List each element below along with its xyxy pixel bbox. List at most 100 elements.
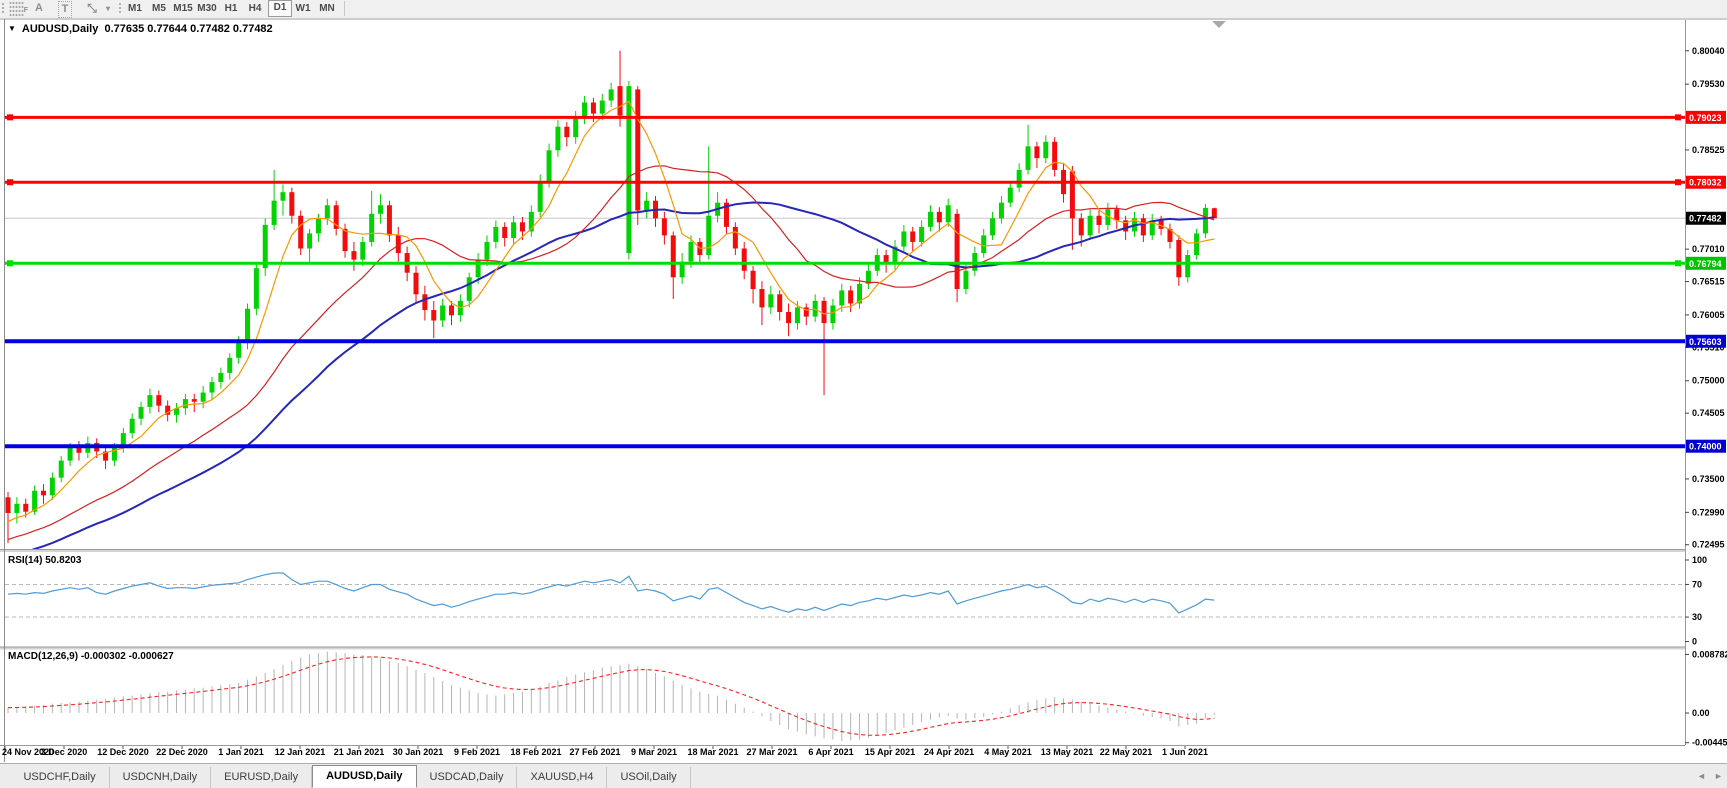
candle-body xyxy=(582,102,587,117)
price-tick-label: 0.72495 xyxy=(1692,540,1725,550)
chart-tab-usoil[interactable]: USOil,Daily xyxy=(607,767,690,788)
candle-body xyxy=(1043,142,1048,158)
chart-title: ▼AUDUSD,Daily 0.77635 0.77644 0.77482 0.… xyxy=(8,23,273,35)
price-badge-label: 0.78032 xyxy=(1689,178,1722,188)
hline-handle[interactable] xyxy=(1675,260,1681,266)
chart-area[interactable]: 0.800400.795300.785250.770100.765150.760… xyxy=(0,18,1727,763)
candle-body xyxy=(316,218,321,233)
price-badge-label: 0.74000 xyxy=(1689,442,1722,452)
timeframe-button-m30[interactable]: M30 xyxy=(196,1,218,16)
candle-body xyxy=(777,294,782,312)
time-tick-label: 3 Dec 2020 xyxy=(41,747,88,757)
timeframe-button-h4[interactable]: H4 xyxy=(244,1,266,16)
candle-body xyxy=(963,271,968,289)
candle-body xyxy=(1097,216,1102,225)
candle-body xyxy=(467,277,472,301)
candle-body xyxy=(618,86,623,115)
candle-body xyxy=(671,235,676,277)
candle-body xyxy=(946,205,951,222)
chart-tab-eurusd[interactable]: EURUSD,Daily xyxy=(211,767,312,788)
candle-body xyxy=(555,127,560,151)
candle-body xyxy=(263,225,268,268)
toolbar-grip[interactable] xyxy=(1,2,6,15)
candle-body xyxy=(422,294,427,310)
time-tick-label: 27 Mar 2021 xyxy=(746,747,797,757)
text-box-icon[interactable]: T xyxy=(58,1,72,18)
candle-body xyxy=(1070,171,1075,218)
timeframe-button-d1[interactable]: D1 xyxy=(268,0,292,17)
candle-body xyxy=(254,268,259,309)
hline-handle[interactable] xyxy=(7,179,13,185)
candle-body xyxy=(1034,146,1039,158)
candle-body xyxy=(502,227,507,238)
candle-body xyxy=(6,497,11,513)
chart-tab-usdcnh[interactable]: USDCNH,Daily xyxy=(110,767,212,788)
fibonacci-lines-icon[interactable]: F xyxy=(9,1,24,16)
candle-body xyxy=(999,203,1004,219)
price-tick-label: 0.74505 xyxy=(1692,408,1725,418)
rsi-tick-label: 70 xyxy=(1692,579,1702,589)
candle-body xyxy=(1185,255,1190,277)
candle-body xyxy=(68,448,73,461)
hline-handle[interactable] xyxy=(1675,114,1681,120)
timeframe-button-h1[interactable]: H1 xyxy=(220,1,242,16)
hline-handle[interactable] xyxy=(7,114,13,120)
candle-body xyxy=(14,504,19,513)
chart-tab-audusd[interactable]: AUDUSD,Daily xyxy=(312,765,416,788)
timeframe-button-m15[interactable]: M15 xyxy=(172,1,194,16)
candle-body xyxy=(600,101,605,114)
candle-body xyxy=(387,205,392,235)
price-tick-label: 0.76005 xyxy=(1692,310,1725,320)
macd-tick-label: -0.004451 xyxy=(1692,738,1727,748)
candle-body xyxy=(839,290,844,305)
candle-body xyxy=(830,305,835,323)
candle-body xyxy=(325,205,330,218)
dropdown-caret-icon[interactable]: ▾ xyxy=(103,1,113,16)
time-tick-label: 18 Feb 2021 xyxy=(510,747,561,757)
chart-canvas[interactable]: 0.800400.795300.785250.770100.765150.760… xyxy=(0,18,1727,763)
chart-background xyxy=(0,18,1727,763)
candle-body xyxy=(822,301,827,323)
candle-body xyxy=(910,231,915,241)
timeframe-button-mn[interactable]: MN xyxy=(316,1,338,16)
symbol-period-label: AUDUSD,Daily xyxy=(22,23,98,35)
time-tick-label: 1 Jan 2021 xyxy=(218,747,264,757)
tabs-scroll-right-icon[interactable]: ► xyxy=(1714,771,1723,781)
cursor-modes-icon[interactable]: ⤡ xyxy=(84,1,100,16)
time-axis[interactable]: 24 Nov 20203 Dec 202012 Dec 202022 Dec 2… xyxy=(2,746,1208,757)
candle-body xyxy=(192,399,197,402)
tabs-scroll-left-icon[interactable]: ◄ xyxy=(1697,771,1706,781)
hline-handle[interactable] xyxy=(1675,179,1681,185)
timeframe-button-w1[interactable]: W1 xyxy=(292,1,314,16)
chart-tab-usdchf[interactable]: USDCHF,Daily xyxy=(10,767,109,788)
price-badge-label: 0.77482 xyxy=(1689,214,1722,224)
toolbar: F A T ⤡ ▾ M1M5M15M30H1H4D1W1MN xyxy=(0,0,1727,19)
candle-body xyxy=(50,478,55,496)
candle-body xyxy=(751,271,756,289)
objects-dropdown-icon[interactable]: ▼ xyxy=(8,24,16,33)
candle-body xyxy=(236,343,241,358)
timeframe-button-m5[interactable]: M5 xyxy=(148,1,170,16)
rsi-tick-label: 0 xyxy=(1692,637,1697,647)
candle-body xyxy=(662,218,667,235)
candle-body xyxy=(76,448,81,453)
text-label-icon[interactable]: A xyxy=(32,1,46,16)
toolbar-grip[interactable] xyxy=(118,2,123,15)
candle-body xyxy=(41,491,46,496)
candle-body xyxy=(289,192,294,216)
hline-handle[interactable] xyxy=(7,260,13,266)
time-tick-label: 22 Dec 2020 xyxy=(156,747,208,757)
chart-tab-xauusd[interactable]: XAUUSD,H4 xyxy=(517,767,607,788)
candle-body xyxy=(493,227,498,242)
candle-body xyxy=(733,227,738,249)
price-badge-label: 0.76794 xyxy=(1689,259,1722,269)
chart-tab-usdcad[interactable]: USDCAD,Daily xyxy=(417,767,518,788)
candle-body xyxy=(227,358,232,373)
time-tick-label: 27 Feb 2021 xyxy=(569,747,620,757)
macd-indicator-label: MACD(12,26,9) -0.000302 -0.000627 xyxy=(8,651,174,662)
price-tick-label: 0.79530 xyxy=(1692,79,1725,89)
candle-body xyxy=(635,89,640,210)
candle-body xyxy=(511,222,516,238)
time-tick-label: 6 Apr 2021 xyxy=(808,747,853,757)
timeframe-button-m1[interactable]: M1 xyxy=(124,1,146,16)
